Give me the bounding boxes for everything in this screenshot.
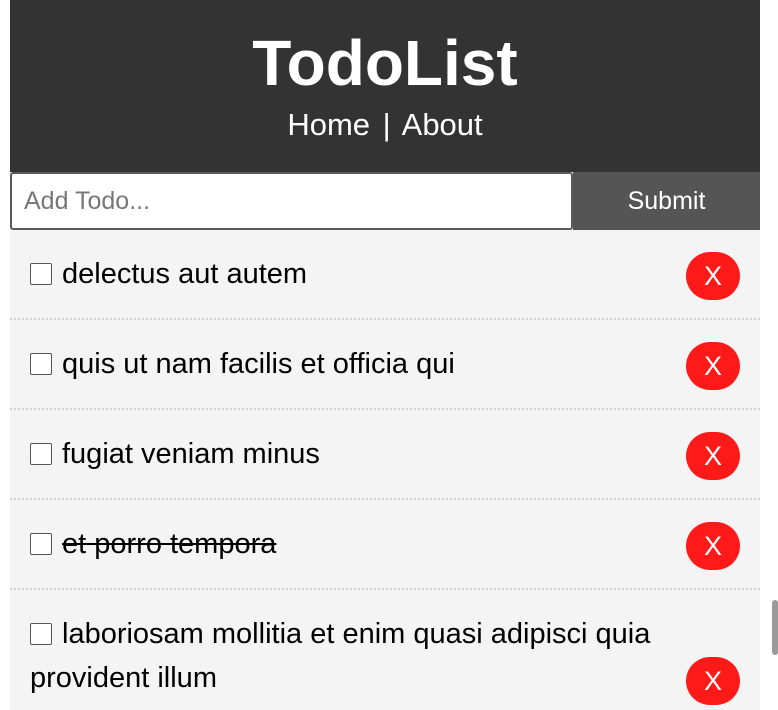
todo-app: TodoList Home | About Submit delectus au… [10,0,760,710]
nav-link-home[interactable]: Home [287,107,370,142]
nav-separator: | [382,107,391,142]
todo-checkbox[interactable] [30,623,52,645]
todo-checkbox[interactable] [30,263,52,285]
todo-title: quis ut nam facilis et officia qui [62,348,455,380]
nav-link-about[interactable]: About [402,107,483,142]
todo-title: delectus aut autem [62,258,308,290]
app-header: TodoList Home | About [10,0,760,172]
submit-button[interactable]: Submit [573,172,760,230]
delete-button[interactable]: X [686,432,740,480]
add-todo-input[interactable] [10,172,573,230]
add-todo-form: Submit [10,172,760,230]
todo-checkbox[interactable] [30,533,52,555]
app-title: TodoList [252,27,518,99]
todo-title: fugiat veniam minus [62,438,320,470]
todo-item: et porro tempora X [10,500,760,590]
delete-button[interactable]: X [686,342,740,390]
todo-item: delectus aut autem X [10,230,760,320]
todo-checkbox[interactable] [30,443,52,465]
todo-title: laboriosam mollitia et enim quasi adipis… [30,618,651,694]
todo-item: quis ut nam facilis et officia qui X [10,320,760,410]
todo-item: fugiat veniam minus X [10,410,760,500]
todo-checkbox[interactable] [30,353,52,375]
scrollbar-thumb[interactable] [772,600,778,655]
main-nav: Home | About [10,106,760,144]
delete-button[interactable]: X [686,252,740,300]
todo-title-completed: et porro tempora [62,528,277,560]
delete-button[interactable]: X [686,522,740,570]
todo-list: delectus aut autem X quis ut nam facilis… [10,230,760,710]
todo-item: laboriosam mollitia et enim quasi adipis… [10,590,760,710]
delete-button[interactable]: X [686,657,740,705]
